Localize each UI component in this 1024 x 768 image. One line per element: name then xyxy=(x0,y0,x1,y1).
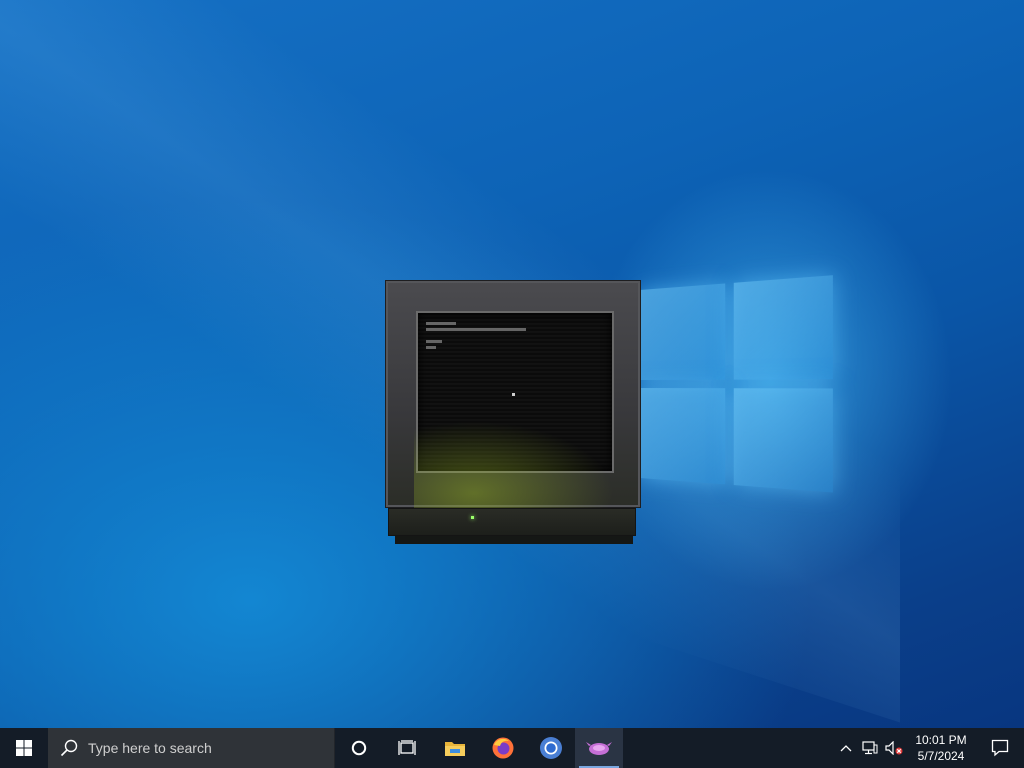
crt-screen[interactable] xyxy=(416,311,614,473)
desktop[interactable] xyxy=(0,0,1024,728)
taskbar: 10:01 PM 5/7/2024 xyxy=(0,728,1024,768)
running-app-button[interactable] xyxy=(575,728,623,768)
volume-muted-icon xyxy=(885,741,903,755)
logo-pane xyxy=(640,388,726,485)
folder-icon xyxy=(445,742,465,756)
crt-foot xyxy=(395,536,633,544)
volume-button[interactable] xyxy=(882,728,906,768)
logo-pane xyxy=(733,275,833,380)
notification-icon xyxy=(991,739,1009,757)
power-led xyxy=(471,516,474,519)
file-explorer-button[interactable] xyxy=(431,728,479,768)
screen-text-line xyxy=(426,328,526,331)
wallpaper-windows-logo xyxy=(640,275,835,495)
crt-bezel xyxy=(385,280,641,511)
start-button[interactable] xyxy=(0,728,48,768)
crt-monitor-window[interactable] xyxy=(385,280,641,545)
cortana-circle-icon xyxy=(351,740,367,756)
clock-button[interactable]: 10:01 PM 5/7/2024 xyxy=(906,728,976,768)
purple-creature-icon xyxy=(586,742,612,755)
network-icon xyxy=(862,741,878,755)
clock-date: 5/7/2024 xyxy=(917,749,965,763)
crt-base xyxy=(388,508,636,536)
firefox-button[interactable] xyxy=(479,728,527,768)
system-tray: 10:01 PM 5/7/2024 xyxy=(834,728,1024,768)
task-view-icon xyxy=(398,740,416,755)
screen-text-line xyxy=(426,340,442,343)
clock-time: 10:01 PM xyxy=(915,733,967,747)
chevron-up-icon xyxy=(840,745,852,752)
network-button[interactable] xyxy=(858,728,882,768)
firefox-icon xyxy=(492,737,514,759)
search-box[interactable] xyxy=(48,728,335,768)
logo-pane xyxy=(733,388,833,493)
task-view-button[interactable] xyxy=(383,728,431,768)
chromium-button[interactable] xyxy=(527,728,575,768)
search-icon xyxy=(60,739,78,757)
screen-cursor xyxy=(512,393,515,396)
windows-start-icon xyxy=(16,740,32,756)
chromium-icon xyxy=(540,737,562,759)
action-center-button[interactable] xyxy=(976,728,1024,768)
cortana-button[interactable] xyxy=(335,728,383,768)
screen-text-line xyxy=(426,322,456,325)
search-input[interactable] xyxy=(88,740,328,756)
logo-pane xyxy=(640,283,726,380)
show-hidden-icons-button[interactable] xyxy=(834,728,858,768)
screen-text-line xyxy=(426,346,436,349)
